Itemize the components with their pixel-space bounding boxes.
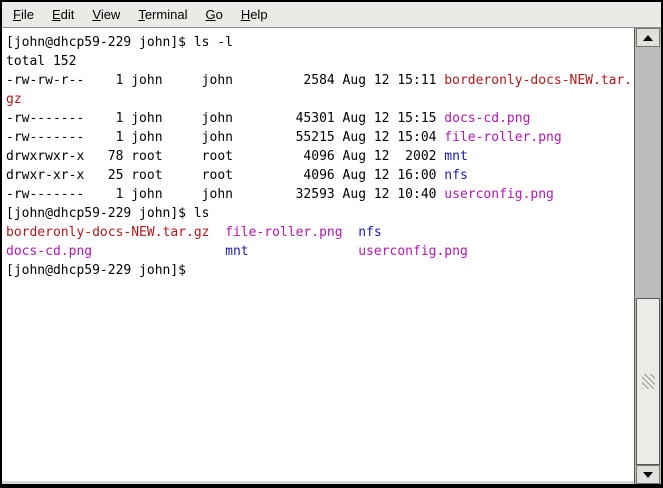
- terminal-line: -rw------- 1 john john 32593 Aug 12 10:4…: [6, 185, 634, 204]
- terminal-line: borderonly-docs-NEW.tar.gz file-roller.p…: [6, 223, 634, 242]
- scroll-down-button[interactable]: [636, 465, 660, 484]
- scrollbar[interactable]: [634, 28, 661, 484]
- directory-name: nfs: [444, 168, 467, 183]
- dir-details-text: drwxrwxr-x 78 root root 4096 Aug 12 2002: [6, 149, 444, 164]
- menu-go[interactable]: Go: [196, 4, 231, 25]
- terminal-line: -rw-rw-r-- 1 john john 2584 Aug 12 15:11…: [6, 71, 634, 90]
- menu-terminal[interactable]: Terminal: [129, 4, 196, 25]
- menu-edit[interactable]: Edit: [43, 4, 83, 25]
- directory-name: mnt: [444, 149, 467, 164]
- scrollbar-thumb[interactable]: [636, 298, 660, 465]
- scrollbar-track[interactable]: [636, 47, 660, 465]
- spacer-text: [210, 225, 226, 240]
- down-arrow-icon: [643, 472, 653, 478]
- file-details-text: -rw------- 1 john john 55215 Aug 12 15:0…: [6, 130, 444, 145]
- terminal-line: gz: [6, 90, 634, 109]
- spacer-text: [249, 244, 359, 259]
- terminal-line: [john@dhcp59-229 john]$ ls: [6, 204, 634, 223]
- thumb-grip-icon: [642, 374, 655, 389]
- scroll-up-button[interactable]: [636, 28, 660, 47]
- menubar: File Edit View Terminal Go Help: [2, 2, 661, 28]
- file-details-text: -rw------- 1 john john 45301 Aug 12 15:1…: [6, 111, 444, 126]
- terminal-line: [john@dhcp59-229 john]$ ls -l: [6, 33, 634, 52]
- image-filename: file-roller.png: [225, 225, 342, 240]
- terminal-window: File Edit View Terminal Go Help [john@dh…: [0, 0, 663, 488]
- terminal-line: total 152: [6, 52, 634, 71]
- image-filename: file-roller.png: [444, 130, 561, 145]
- spacer-text: [343, 225, 359, 240]
- terminal-line: -rw------- 1 john john 45301 Aug 12 15:1…: [6, 109, 634, 128]
- terminal-line: docs-cd.png mnt userconfig.png: [6, 242, 634, 261]
- image-filename: docs-cd.png: [444, 111, 530, 126]
- window-frame-strip: [2, 481, 661, 484]
- terminal-line: drwxr-xr-x 25 root root 4096 Aug 12 16:0…: [6, 166, 634, 185]
- terminal-screen[interactable]: [john@dhcp59-229 john]$ ls -l total 152 …: [2, 28, 634, 481]
- prompt-command-text: [john@dhcp59-229 john]$ ls -l: [6, 35, 233, 50]
- dir-details-text: drwxr-xr-x 25 root root 4096 Aug 12 16:0…: [6, 168, 444, 183]
- menu-view[interactable]: View: [83, 4, 129, 25]
- prompt-text: [john@dhcp59-229 john]$: [6, 263, 194, 278]
- menu-help[interactable]: Help: [232, 4, 277, 25]
- image-filename: userconfig.png: [358, 244, 468, 259]
- directory-name: mnt: [225, 244, 248, 259]
- terminal-line: drwxrwxr-x 78 root root 4096 Aug 12 2002…: [6, 147, 634, 166]
- image-filename: docs-cd.png: [6, 244, 92, 259]
- prompt-command-text: [john@dhcp59-229 john]$ ls: [6, 206, 210, 221]
- spacer-text: [92, 244, 225, 259]
- image-filename: userconfig.png: [444, 187, 554, 202]
- terminal-line: -rw------- 1 john john 55215 Aug 12 15:0…: [6, 128, 634, 147]
- up-arrow-icon: [643, 35, 653, 41]
- total-text: total 152: [6, 54, 76, 69]
- menu-file[interactable]: File: [4, 4, 43, 25]
- archive-filename-wrap: gz: [6, 92, 22, 107]
- terminal-line: [john@dhcp59-229 john]$: [6, 261, 634, 280]
- archive-filename: borderonly-docs-NEW.tar.gz: [6, 225, 210, 240]
- archive-filename: borderonly-docs-NEW.tar.: [444, 73, 632, 88]
- file-details-text: -rw------- 1 john john 32593 Aug 12 10:4…: [6, 187, 444, 202]
- file-details-text: -rw-rw-r-- 1 john john 2584 Aug 12 15:11: [6, 73, 444, 88]
- directory-name: nfs: [358, 225, 381, 240]
